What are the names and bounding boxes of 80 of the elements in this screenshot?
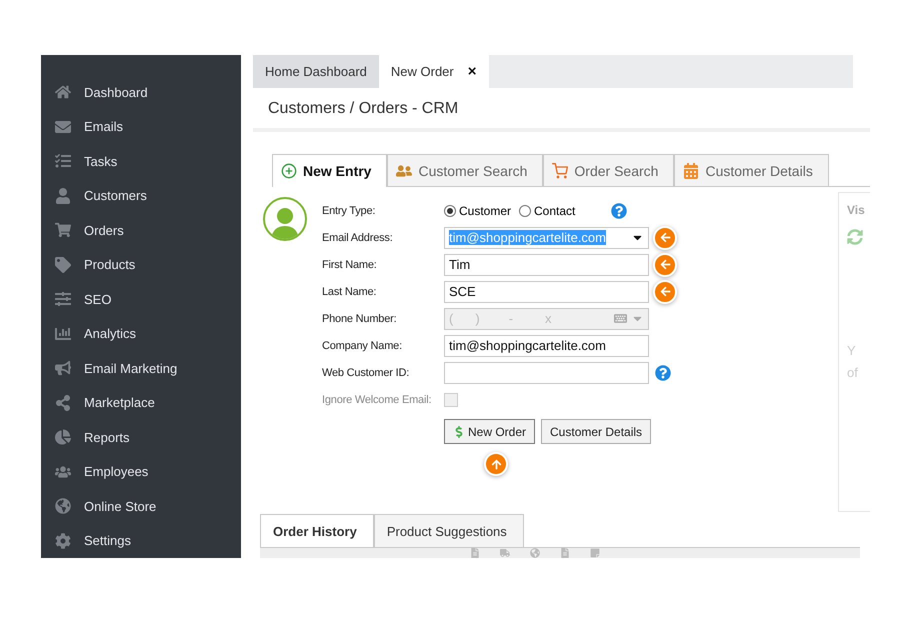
- help-icon[interactable]: [655, 364, 671, 380]
- sidebar-item[interactable]: Tasks: [41, 144, 241, 178]
- gear-icon: [54, 532, 70, 549]
- text-field[interactable]: SCE: [444, 280, 649, 302]
- sidebar-item[interactable]: Customers: [41, 178, 241, 213]
- sidebar-item[interactable]: Products: [41, 248, 241, 282]
- arrow-left-button[interactable]: [653, 226, 677, 250]
- globe-icon: [54, 498, 70, 514]
- megaphone-icon: [54, 360, 70, 376]
- sidebar-item[interactable]: Employees: [41, 454, 241, 489]
- sidebar-item[interactable]: SEO: [41, 282, 241, 316]
- arrow-left-button[interactable]: [653, 252, 677, 276]
- field-label: Email Address:: [322, 232, 394, 244]
- calendar-icon: [683, 162, 700, 178]
- field-label: Phone Number:: [322, 312, 398, 324]
- radio-option[interactable]: Customer: [444, 204, 512, 218]
- field-label: Last Name:: [322, 286, 378, 298]
- tasks-icon: [54, 153, 70, 170]
- close-icon[interactable]: ×: [468, 63, 477, 80]
- arrow-up-icon: [490, 458, 502, 470]
- sidebar-item[interactable]: Dashboard: [41, 75, 241, 110]
- tab[interactable]: New Entry: [272, 154, 388, 187]
- document-icon[interactable]: [560, 548, 570, 558]
- document-icon[interactable]: [470, 548, 480, 558]
- radio-button[interactable]: [519, 204, 532, 216]
- envelope-icon: [54, 118, 70, 135]
- globe-icon[interactable]: [530, 548, 540, 558]
- field-label: Web Customer ID:: [322, 366, 410, 378]
- arrow-left-icon: [660, 286, 670, 297]
- tag-icon: [54, 256, 70, 273]
- help-icon[interactable]: [611, 202, 628, 218]
- pie-chart-icon: [54, 429, 70, 446]
- new-order-button[interactable]: New Order: [444, 419, 536, 444]
- text-field[interactable]: tim@shoppingcartelite.com: [444, 334, 649, 356]
- field-label: First Name:: [322, 258, 378, 270]
- sidebar-item[interactable]: Reports: [41, 420, 241, 454]
- avatar-icon: [263, 197, 307, 241]
- sidebar-item[interactable]: Orders: [41, 213, 241, 248]
- field-label: Entry Type:: [322, 204, 376, 216]
- tab[interactable]: Customer Details: [674, 154, 829, 186]
- field-label: Ignore Welcome Email:: [322, 394, 432, 406]
- cart-icon: [552, 162, 568, 178]
- tab[interactable]: New Order ×: [378, 55, 489, 88]
- home-icon: [54, 84, 70, 100]
- plus-circle-icon: [281, 163, 297, 179]
- sidebar-item[interactable]: Emails: [41, 110, 241, 144]
- sidebar-item[interactable]: Analytics: [41, 316, 241, 351]
- people-icon: [396, 162, 412, 178]
- cart-icon: [54, 222, 70, 238]
- arrow-up-button[interactable]: [484, 452, 508, 476]
- share-icon: [54, 394, 70, 411]
- tab[interactable]: Product Suggestions: [374, 514, 524, 547]
- page-title: Customers / Orders - CRM: [253, 88, 870, 132]
- sidebar-item[interactable]: Marketplace: [41, 386, 241, 420]
- sidebar-item[interactable]: Online Store: [41, 489, 241, 524]
- user-icon: [54, 188, 70, 204]
- dollar-icon: [453, 426, 465, 438]
- tab[interactable]: Home Dashboard: [253, 55, 379, 88]
- field-label: Company Name:: [322, 340, 403, 352]
- note-icon[interactable]: [590, 548, 600, 558]
- arrow-left-button[interactable]: [653, 280, 677, 304]
- people-icon: [54, 464, 70, 480]
- radio-option[interactable]: Contact: [519, 204, 576, 218]
- sliders-icon: [54, 291, 70, 308]
- arrow-left-icon: [660, 232, 670, 243]
- text-field[interactable]: [444, 362, 649, 384]
- bar-chart-icon: [54, 326, 70, 342]
- refresh-icon[interactable]: [847, 229, 863, 245]
- details-button[interactable]: Customer Details: [541, 419, 652, 444]
- panel-title: Vis: [847, 203, 866, 217]
- sidebar-item[interactable]: Email Marketing: [41, 351, 241, 386]
- tab[interactable]: Order History: [260, 514, 374, 547]
- text-field[interactable]: Tim: [444, 254, 649, 276]
- tab[interactable]: Customer Search: [387, 154, 544, 186]
- sidebar-item[interactable]: Settings: [41, 524, 241, 558]
- truck-icon[interactable]: [500, 548, 510, 558]
- arrow-left-icon: [660, 259, 670, 270]
- tab[interactable]: Order Search: [543, 154, 674, 186]
- radio-button[interactable]: [444, 204, 456, 216]
- keyboard-icon: [614, 312, 627, 325]
